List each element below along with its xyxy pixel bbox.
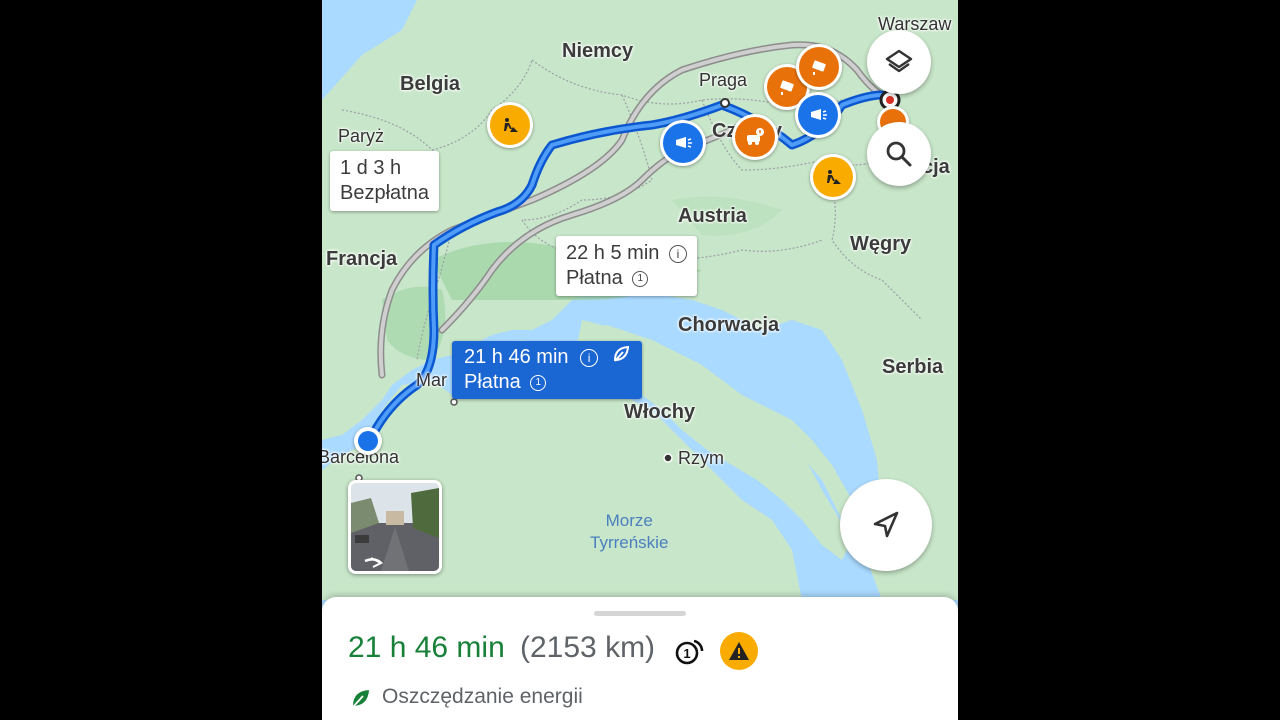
route-callout-main[interactable]: 21 h 46 min i Płatna 1 <box>452 341 642 400</box>
route-duration: 21 h 46 min <box>348 631 505 664</box>
crash-icon <box>735 117 775 157</box>
police-icon <box>798 95 838 135</box>
label-sea-line2: Tyrreńskie <box>590 533 669 552</box>
route-distance: (2153 km) <box>520 631 656 664</box>
warning-icon[interactable] <box>720 632 758 670</box>
eco-label: Oszczędzanie energii <box>382 685 583 708</box>
maps-app: Warszaw Niemcy Belgia Paryż Francja Prag… <box>322 0 958 720</box>
route-callout-alt[interactable]: 22 h 5 min i Płatna 1 <box>556 236 697 296</box>
navigation-arrow-icon <box>873 511 899 538</box>
roadwork-icon <box>813 157 853 197</box>
police-icon <box>663 123 703 163</box>
layers-icon <box>885 49 913 73</box>
eco-leaf-icon <box>350 687 372 714</box>
label-paryz: Paryż <box>338 126 385 146</box>
label-austria: Austria <box>678 205 747 227</box>
route-alt-time: 22 h 5 min <box>566 242 660 264</box>
route-alt-toll: Płatna <box>566 267 623 289</box>
label-serbia: Serbia <box>882 356 944 378</box>
roadwork-icon <box>490 105 530 145</box>
info-icon: i <box>668 244 687 263</box>
roadwork-marker[interactable] <box>487 102 533 148</box>
label-wlochy: Włochy <box>624 401 696 423</box>
label-sea: Morze Tyrreńskie <box>590 510 668 554</box>
toll-icon: 1 <box>530 374 547 391</box>
current-location-dot <box>354 427 382 455</box>
police-marker[interactable] <box>795 92 841 138</box>
leaf-icon <box>612 345 630 370</box>
label-sea-line1: Morze <box>605 511 653 530</box>
info-icon: i <box>580 348 599 367</box>
route-main-time: 21 h 46 min <box>464 346 569 368</box>
label-rzym: Rzym <box>678 448 724 468</box>
toll-icon: 1 <box>632 270 649 287</box>
label-belgia: Belgia <box>400 73 461 95</box>
route-summary-sheet[interactable]: 21 h 46 min (2153 km) 1 Oszczędzanie ene… <box>322 597 958 720</box>
navigate-button[interactable] <box>840 479 932 571</box>
drag-handle[interactable] <box>594 611 686 616</box>
crash-marker[interactable] <box>732 114 778 160</box>
label-chorwacja: Chorwacja <box>678 314 780 336</box>
search-button[interactable] <box>867 122 931 186</box>
label-praga: Praga <box>699 70 748 90</box>
route-main-toll: Płatna <box>464 371 521 394</box>
search-icon <box>886 141 912 167</box>
speed-camera-icon <box>799 47 839 87</box>
toll-icon: 1 <box>674 635 704 665</box>
layers-button[interactable] <box>867 30 931 94</box>
route-free-toll: Bezpłatna <box>340 182 429 204</box>
roadwork-marker[interactable] <box>810 154 856 200</box>
label-wegry: Węgry <box>850 233 912 255</box>
route-free-time: 1 d 3 h <box>340 157 402 179</box>
route-callout-free[interactable]: 1 d 3 h Bezpłatna <box>330 151 439 211</box>
police-marker[interactable] <box>660 120 706 166</box>
camera-marker[interactable] <box>796 44 842 90</box>
label-niemcy: Niemcy <box>562 40 634 62</box>
street-view-thumbnail[interactable] <box>348 480 442 574</box>
svg-text:1: 1 <box>683 646 690 661</box>
label-francja: Francja <box>326 248 398 270</box>
label-marsylia: Mar <box>416 370 447 390</box>
